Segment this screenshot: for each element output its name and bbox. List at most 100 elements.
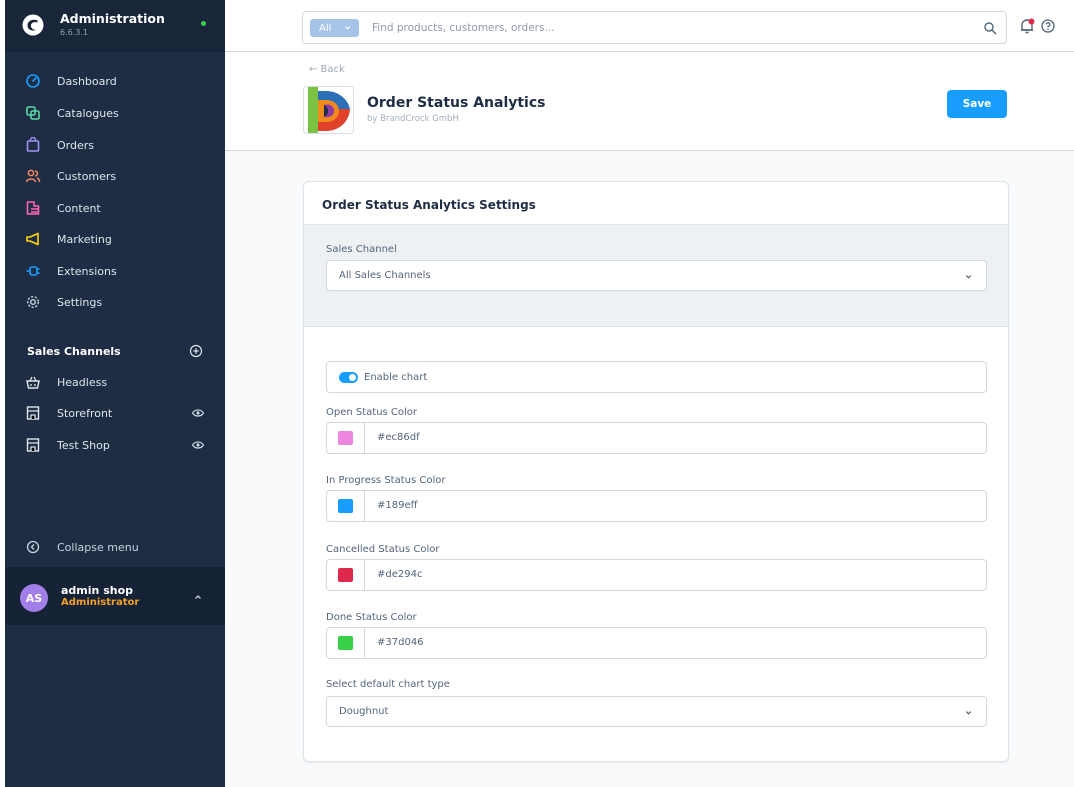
sidebar-item-label: Settings — [57, 295, 103, 309]
sidebar-item-label: Dashboard — [57, 74, 117, 88]
sidebar-item-label: Content — [57, 201, 101, 215]
orders-bag-icon — [26, 137, 40, 152]
card-title: Order Status Analytics Settings — [322, 198, 536, 212]
cancelled-status-color-label: Cancelled Status Color — [326, 544, 440, 555]
global-search: All — [302, 11, 1007, 44]
chevron-down-icon — [344, 26, 351, 30]
color-value[interactable]: #189eff — [377, 500, 418, 511]
sidebar-item-storefront[interactable]: Storefront — [5, 399, 225, 427]
color-value[interactable]: #37d046 — [377, 637, 424, 648]
sidebar-item-content[interactable]: Content — [5, 194, 225, 222]
save-button[interactable]: Save — [947, 90, 1007, 118]
chevron-down-icon — [965, 275, 972, 279]
sales-channel-label: Sales Channel — [326, 244, 397, 255]
help-icon[interactable] — [1040, 18, 1056, 34]
color-value[interactable]: #ec86df — [377, 432, 420, 443]
sidebar-item-extensions[interactable]: Extensions — [5, 257, 225, 285]
sidebar-item-label: Test Shop — [57, 438, 110, 452]
sidebar-item-dashboard[interactable]: Dashboard — [5, 67, 225, 95]
search-type-select[interactable]: All — [310, 19, 359, 37]
sidebar-item-label: Orders — [57, 138, 94, 152]
sidebar-item-label: Extensions — [57, 264, 117, 278]
sidebar-item-marketing[interactable]: Marketing — [5, 225, 225, 253]
search-input[interactable] — [372, 12, 942, 43]
notification-bell-icon[interactable] — [1018, 17, 1036, 35]
enable-chart-label: Enable chart — [364, 372, 428, 383]
eye-icon[interactable] — [191, 438, 205, 452]
collapse-chevron-icon — [26, 540, 40, 554]
collapse-menu-button[interactable]: Collapse menu — [5, 533, 225, 561]
sidebar-item-label: Customers — [57, 169, 117, 183]
sales-channel-value: All Sales Channels — [339, 270, 431, 281]
catalogue-icon — [26, 106, 40, 120]
user-role: Administrator — [61, 597, 140, 608]
settings-gear-icon — [26, 295, 40, 309]
search-type-label: All — [319, 22, 332, 34]
color-swatch-button[interactable] — [327, 628, 365, 658]
extensions-plug-icon — [26, 266, 40, 276]
chart-type-select[interactable]: Doughnut — [326, 696, 987, 727]
customers-icon — [25, 169, 41, 183]
sidebar-item-test-shop[interactable]: Test Shop — [5, 431, 225, 459]
chevron-up-icon — [195, 595, 201, 599]
sidebar-item-customers[interactable]: Customers — [5, 162, 225, 190]
brandcrock-logo-icon — [308, 87, 350, 133]
sales-channel-section: Sales Channel All Sales Channels — [304, 224, 1008, 327]
collapse-menu-label: Collapse menu — [57, 540, 139, 554]
in-progress-status-color-field[interactable]: #189eff — [326, 490, 987, 522]
marketing-megaphone-icon — [26, 232, 39, 246]
enable-chart-field[interactable]: Enable chart — [326, 361, 987, 393]
color-swatch — [338, 431, 353, 445]
sales-channels-heading: Sales Channels — [27, 345, 121, 358]
headless-basket-icon — [26, 376, 40, 389]
topbar: All — [225, 0, 1074, 52]
page-header: ← Back Order Status Analytics by BrandCr… — [225, 52, 1074, 151]
open-status-color-label: Open Status Color — [326, 407, 418, 418]
chart-type-label: Select default chart type — [326, 679, 450, 690]
add-sales-channel-icon[interactable] — [189, 344, 203, 358]
done-status-color-label: Done Status Color — [326, 612, 417, 623]
sidebar-item-headless[interactable]: Headless — [5, 368, 225, 396]
status-dot-icon — [201, 21, 206, 26]
user-name: admin shop — [61, 584, 133, 597]
content-icon — [26, 201, 40, 215]
shopware-logo-icon — [22, 14, 44, 36]
storefront-icon — [26, 438, 40, 452]
sales-channel-select[interactable]: All Sales Channels — [326, 260, 987, 291]
done-status-color-field[interactable]: #37d046 — [326, 627, 987, 659]
plugin-vendor: by BrandCrock GmbH — [367, 114, 459, 124]
sidebar-item-settings[interactable]: Settings — [5, 288, 225, 316]
open-status-color-field[interactable]: #ec86df — [326, 422, 987, 454]
enable-chart-toggle[interactable] — [339, 372, 358, 383]
color-swatch-button[interactable] — [327, 560, 365, 590]
sidebar-item-orders[interactable]: Orders — [5, 131, 225, 159]
sidebar-item-label: Catalogues — [57, 106, 119, 120]
sidebar-item-label: Headless — [57, 375, 108, 389]
dashboard-icon — [26, 74, 40, 88]
color-swatch-button[interactable] — [327, 423, 365, 453]
color-swatch — [338, 499, 353, 513]
back-link[interactable]: ← Back — [309, 64, 345, 75]
eye-icon[interactable] — [191, 406, 205, 420]
page-title: Order Status Analytics — [367, 95, 546, 111]
color-swatch-button[interactable] — [327, 491, 365, 521]
app-title: Administration — [60, 11, 165, 26]
cancelled-status-color-field[interactable]: #de294c — [326, 559, 987, 591]
color-swatch — [338, 568, 353, 582]
app-version: 6.6.3.1 — [60, 28, 88, 37]
sidebar: Administration 6.6.3.1 Dashboard Catalog… — [5, 0, 225, 787]
search-icon[interactable] — [983, 21, 997, 35]
sidebar-item-label: Marketing — [57, 232, 112, 246]
sidebar-item-catalogues[interactable]: Catalogues — [5, 99, 225, 127]
chevron-down-icon — [965, 711, 972, 715]
user-menu[interactable]: AS admin shop Administrator — [5, 567, 225, 625]
settings-card: Order Status Analytics Settings Sales Ch… — [303, 181, 1009, 762]
chart-type-value: Doughnut — [339, 706, 389, 717]
storefront-icon — [26, 406, 40, 420]
color-value[interactable]: #de294c — [377, 569, 422, 580]
toggle-knob — [349, 374, 356, 381]
plugin-logo — [303, 86, 354, 134]
brand-header: Administration 6.6.3.1 — [5, 0, 225, 52]
in-progress-status-color-label: In Progress Status Color — [326, 475, 446, 486]
main-content: Order Status Analytics Settings Sales Ch… — [225, 151, 1074, 787]
